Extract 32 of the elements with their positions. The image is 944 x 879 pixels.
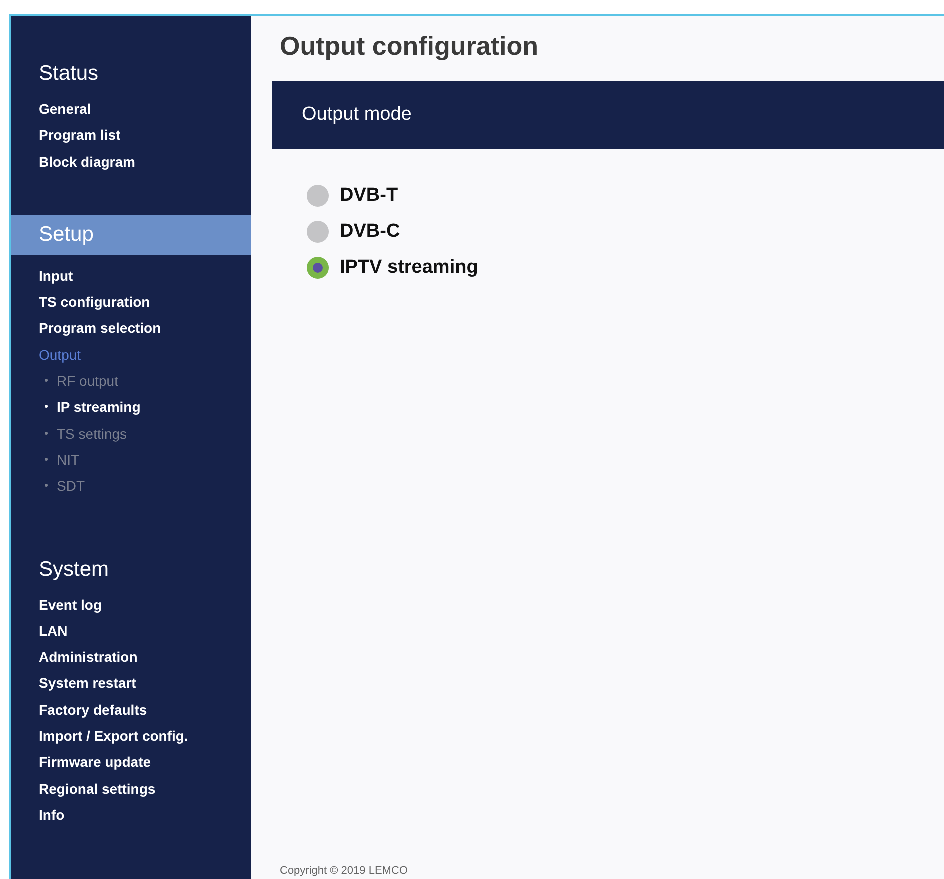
sidebar-item[interactable]: Firmware update	[39, 749, 152, 776]
sidebar-heading[interactable]: Status	[11, 56, 251, 92]
sidebar-item[interactable]: System restart	[39, 670, 136, 697]
page-title: Output configuration	[280, 30, 540, 63]
radio-icon[interactable]	[307, 221, 329, 243]
sidebar-subitem[interactable]: NIT	[45, 446, 80, 474]
sidebar-item[interactable]: Import / Export config.	[39, 723, 188, 750]
sidebar-item[interactable]: Administration	[39, 644, 138, 670]
radio-option[interactable]: DVB-T	[307, 185, 398, 207]
sidebar-item[interactable]: Event log	[39, 592, 102, 618]
sidebar-item[interactable]: Info	[39, 802, 65, 828]
sidebar-item[interactable]: Program list	[39, 122, 121, 149]
sidebar-subitem[interactable]: IP streaming	[45, 394, 141, 421]
sidebar-subitem[interactable]: TS settings	[45, 420, 128, 447]
panel-header: Output mode	[272, 81, 944, 149]
sidebar-subitem[interactable]: SDT	[45, 473, 85, 500]
sidebar-item[interactable]: Block diagram	[39, 148, 136, 175]
sidebar-item[interactable]: LAN	[39, 618, 68, 644]
radio-icon[interactable]	[307, 257, 329, 279]
sidebar-item[interactable]: Program selection	[39, 315, 162, 342]
sidebar-heading[interactable]: System	[11, 552, 251, 588]
radio-option[interactable]: DVB-C	[307, 221, 400, 243]
sidebar-item[interactable]: Factory defaults	[39, 696, 148, 724]
sidebar-item[interactable]: Output	[39, 342, 82, 368]
sidebar-item[interactable]: Regional settings	[39, 776, 156, 802]
radio-option[interactable]: IPTV streaming	[307, 257, 478, 279]
copyright-text: Copyright © 2019 LEMCO	[280, 865, 409, 877]
sidebar-subitem[interactable]: RF output	[45, 368, 118, 394]
sidebar-item[interactable]: General	[39, 96, 92, 122]
sidebar-item[interactable]: Input	[39, 262, 74, 290]
sidebar-item[interactable]: TS configuration	[39, 289, 150, 316]
radio-icon[interactable]	[307, 185, 329, 207]
